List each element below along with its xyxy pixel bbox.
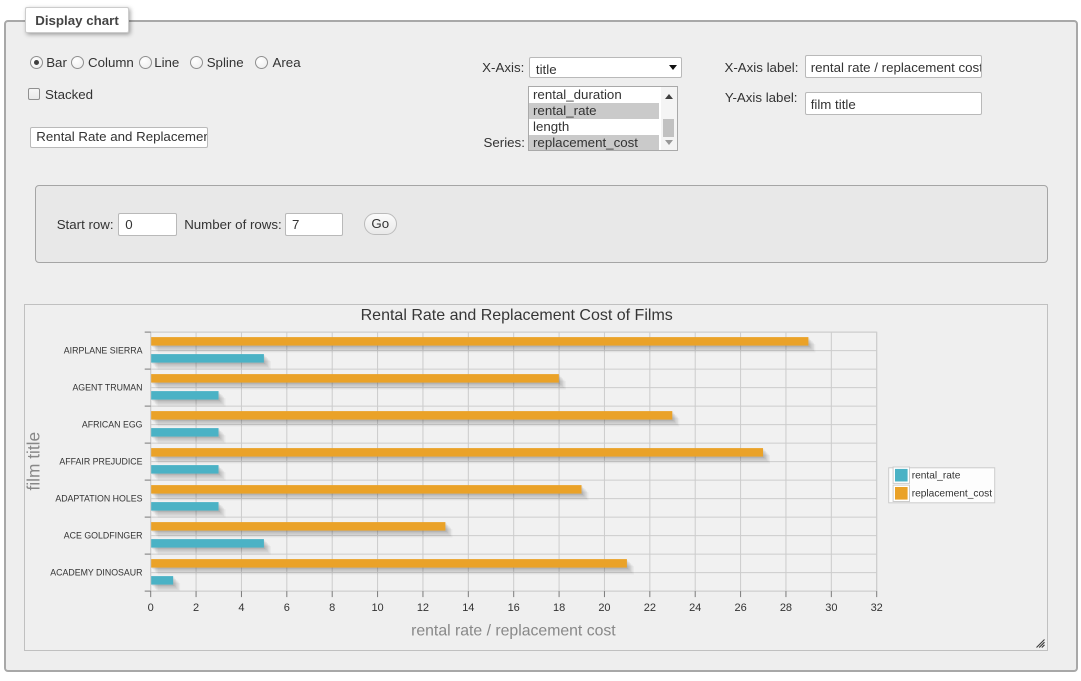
svg-text:ADAPTATION HOLES: ADAPTATION HOLES [56, 494, 143, 504]
svg-text:18: 18 [553, 603, 565, 615]
svg-text:16: 16 [508, 603, 520, 615]
svg-text:8: 8 [329, 603, 335, 615]
svg-text:22: 22 [644, 603, 656, 615]
svg-text:AGENT TRUMAN: AGENT TRUMAN [73, 383, 143, 393]
svg-text:20: 20 [599, 603, 611, 615]
svg-text:26: 26 [735, 603, 747, 615]
svg-text:rental_rate: rental_rate [912, 471, 961, 482]
svg-text:12: 12 [417, 603, 429, 615]
svg-text:replacement_cost: replacement_cost [912, 489, 993, 500]
svg-text:film title: film title [25, 432, 44, 491]
svg-text:14: 14 [462, 603, 474, 615]
svg-text:0: 0 [148, 603, 154, 615]
svg-text:32: 32 [871, 603, 883, 615]
svg-text:AFRICAN EGG: AFRICAN EGG [82, 420, 143, 430]
svg-text:10: 10 [372, 603, 384, 615]
svg-text:ACADEMY DINOSAUR: ACADEMY DINOSAUR [51, 568, 143, 578]
svg-text:6: 6 [284, 603, 290, 615]
svg-text:Rental Rate and Replacement Co: Rental Rate and Replacement Cost of Film… [361, 307, 673, 324]
svg-text:28: 28 [780, 603, 792, 615]
svg-text:ACE GOLDFINGER: ACE GOLDFINGER [64, 531, 143, 541]
svg-text:rental rate / replacement cost: rental rate / replacement cost [411, 623, 616, 640]
svg-text:4: 4 [239, 603, 245, 615]
svg-text:24: 24 [689, 603, 701, 615]
svg-text:AFFAIR PREJUDICE: AFFAIR PREJUDICE [60, 457, 143, 467]
svg-text:AIRPLANE SIERRA: AIRPLANE SIERRA [64, 346, 143, 356]
svg-text:30: 30 [826, 603, 838, 615]
svg-text:2: 2 [193, 603, 199, 615]
